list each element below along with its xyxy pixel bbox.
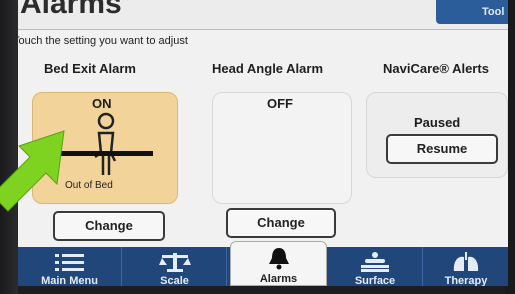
tab-main-menu-label: Main Menu bbox=[41, 275, 98, 286]
tab-therapy[interactable]: Therapy bbox=[424, 247, 508, 286]
head-angle-alarm-title: Head Angle Alarm bbox=[212, 61, 324, 76]
tab-alarms-label: Alarms bbox=[259, 273, 298, 285]
scale-icon bbox=[158, 253, 191, 272]
bottom-nav: Main Menu Scale Alarms Surface Therapy bbox=[18, 241, 508, 286]
tab-therapy-label: Therapy bbox=[444, 275, 488, 286]
navicare-resume-button[interactable]: Resume bbox=[386, 134, 498, 164]
head-angle-status: OFF bbox=[267, 96, 293, 111]
green-arrow-overlay bbox=[0, 130, 65, 212]
tab-scale-label: Scale bbox=[160, 275, 189, 286]
lungs-icon bbox=[453, 252, 479, 271]
bell-icon bbox=[268, 248, 289, 270]
tab-surface-label: Surface bbox=[354, 275, 396, 286]
tab-scale[interactable]: Scale bbox=[123, 247, 227, 286]
navicare-alerts-title: NaviCare® Alerts bbox=[383, 61, 489, 76]
tab-main-menu[interactable]: Main Menu bbox=[18, 247, 122, 286]
head-angle-change-button[interactable]: Change bbox=[226, 208, 336, 238]
list-icon bbox=[54, 254, 84, 271]
head-angle-alarm-card[interactable]: OFF bbox=[212, 92, 352, 204]
tab-alarms[interactable]: Alarms bbox=[230, 241, 327, 286]
tab-surface[interactable]: Surface bbox=[328, 247, 423, 286]
navicare-status: Paused bbox=[414, 115, 461, 130]
surface-icon bbox=[361, 252, 389, 272]
tab-tools[interactable]: Tool bbox=[436, 0, 508, 24]
